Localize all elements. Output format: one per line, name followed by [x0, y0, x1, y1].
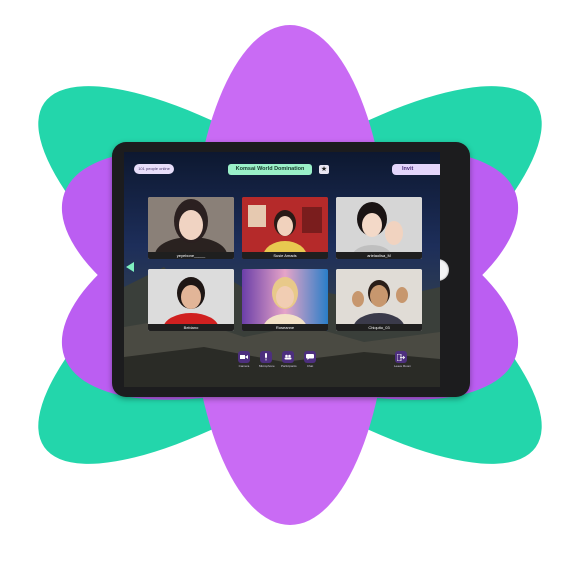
participant-name: arielaolisa_M — [336, 252, 422, 259]
participant-name: Susie Amads — [242, 252, 328, 259]
participant-name: Chiquito_03 — [336, 324, 422, 331]
video-tile[interactable]: Susie Amads — [242, 197, 328, 259]
participant-name: yeyebone_____ — [148, 252, 234, 259]
participant-video — [242, 269, 328, 331]
exit-icon — [395, 351, 407, 363]
video-tile[interactable]: Bebiano — [148, 269, 234, 331]
video-tile[interactable]: Roseanne — [242, 269, 328, 331]
participant-video — [148, 197, 234, 259]
video-tile[interactable]: Chiquito_03 — [336, 269, 422, 331]
camera-label: Camera — [238, 364, 250, 368]
star-icon[interactable]: ★ — [319, 165, 329, 174]
video-tile[interactable]: arielaolisa_M — [336, 197, 422, 259]
participants-icon — [282, 351, 294, 363]
invite-button[interactable]: Invit — [392, 164, 440, 175]
chat-label: Chat — [306, 364, 314, 368]
camera-icon — [238, 351, 250, 363]
participant-name: Roseanne — [242, 324, 328, 331]
video-tile[interactable]: yeyebone_____ — [148, 197, 234, 259]
arrow-left-icon[interactable] — [126, 262, 134, 272]
participant-video — [242, 197, 328, 259]
participant-video — [336, 197, 422, 259]
microphone-icon — [260, 351, 272, 363]
chat-button[interactable]: Chat — [303, 351, 317, 368]
leave-room-button[interactable]: Leave Room — [394, 351, 412, 368]
microphone-label: Microphone — [259, 364, 275, 368]
participant-video — [336, 269, 422, 331]
video-call-screen: 101 people online Komsai World Dominatio… — [124, 152, 440, 387]
room-title: Komsai World Domination — [228, 164, 312, 175]
chat-icon — [304, 351, 316, 363]
participants-label: Participants — [281, 364, 297, 368]
participants-button[interactable]: Participants — [281, 351, 297, 368]
participant-name: Bebiano — [148, 324, 234, 331]
camera-button[interactable]: Camera — [237, 351, 251, 368]
microphone-button[interactable]: Microphone — [259, 351, 275, 368]
participant-video — [148, 269, 234, 331]
leave-room-label: Leave Room — [394, 364, 412, 368]
online-count-pill: 101 people online — [134, 164, 174, 174]
